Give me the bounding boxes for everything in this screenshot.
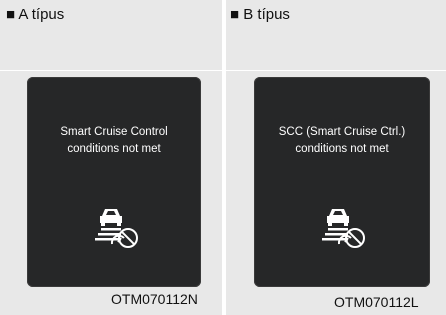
- message-line-1: SCC (Smart Cruise Ctrl.): [278, 126, 406, 138]
- figure-code: OTM070112N: [111, 291, 198, 307]
- message-line-2: conditions not met: [67, 143, 161, 155]
- panel-type-b: ■ B típus SCC (Smart Cruise Ctrl.) condi…: [226, 0, 446, 315]
- figure-code: OTM070112L: [334, 294, 419, 310]
- car-distance-prohibited-icon: [95, 209, 138, 248]
- warning-message: Smart Cruise Control conditions not met: [27, 124, 201, 158]
- warning-message: SCC (Smart Cruise Ctrl.) conditions not …: [254, 124, 430, 158]
- panel-title: ■ B típus: [230, 6, 290, 23]
- car-distance-prohibited-icon: [322, 209, 365, 248]
- message-line-2: conditions not met: [295, 143, 389, 155]
- cluster-display: Smart Cruise Control conditions not met: [27, 77, 201, 287]
- message-line-1: Smart Cruise Control: [60, 126, 168, 138]
- cluster-display: SCC (Smart Cruise Ctrl.) conditions not …: [254, 77, 430, 287]
- divider: [0, 70, 222, 71]
- panel-title: ■ A típus: [6, 6, 65, 23]
- divider: [226, 70, 446, 71]
- panel-type-a: ■ A típus Smart Cruise Control condition…: [0, 0, 222, 315]
